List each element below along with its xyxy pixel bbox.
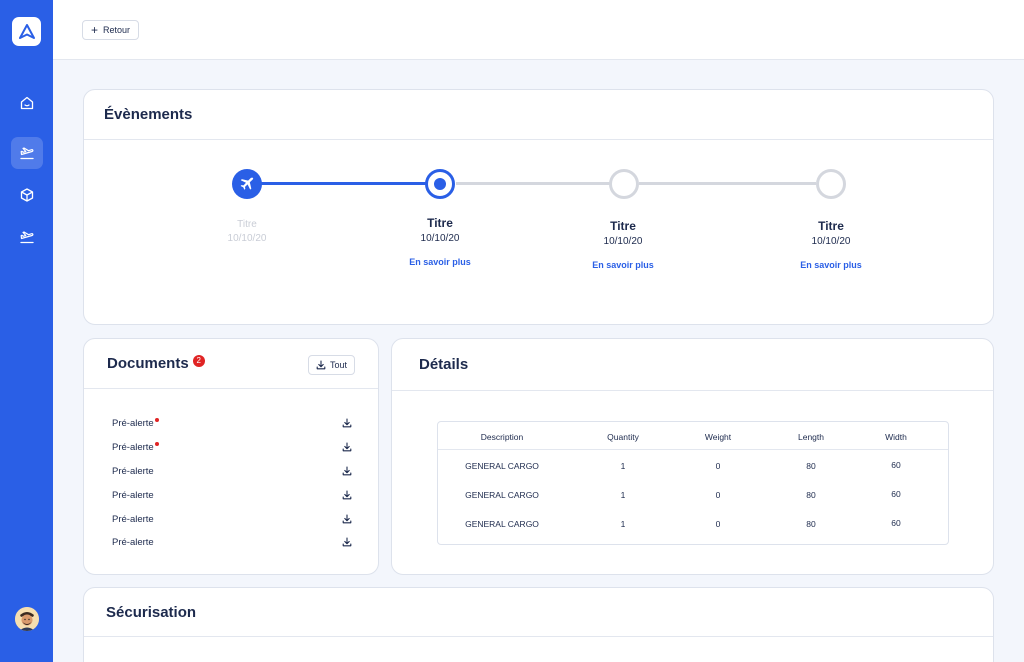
timeline-node-pending[interactable] [609,169,639,199]
securisation-title: Sécurisation [106,603,197,621]
document-name: Pré-alerte [112,441,154,453]
learn-more-link[interactable]: En savoir plus [771,260,891,270]
document-name: Pré-alerte [112,417,154,429]
timeline-line-pending [456,182,624,185]
document-label: Pré-alerte [112,417,159,429]
learn-more-link[interactable]: En savoir plus [380,257,500,267]
sidebar-item-packages[interactable] [11,179,43,211]
table-cell: 1 [620,461,626,471]
securisation-card-header: Sécurisation [84,588,993,637]
step-date: 10/10/20 [420,233,460,244]
current-step-dot [434,178,446,190]
sidebar-item-flights[interactable] [11,221,43,253]
download-icon[interactable] [342,514,352,524]
documents-count-badge: 2 [192,354,205,367]
table-cell: GENERAL CARGO [465,490,539,500]
documents-card: Documents 2 Tout Pré-alerte Pré-alerte P… [83,338,379,575]
download-all-button[interactable]: Tout [307,355,355,375]
download-icon[interactable] [342,537,352,547]
download-icon[interactable] [342,442,352,452]
step-date: 10/10/20 [227,233,267,244]
user-avatar[interactable] [15,607,39,631]
document-row[interactable]: Pré-alerte [112,512,352,526]
table-cell: 1 [620,519,626,529]
step-title: Titre [818,219,844,233]
details-card-header: Détails [392,339,993,391]
step-title: Titre [610,219,636,233]
document-label: Pré-alerte [112,513,154,525]
timeline-step: Titre 10/10/20 En savoir plus [771,219,891,270]
timeline-line-pending [639,182,816,185]
table-cell: GENERAL CARGO [465,461,539,471]
events-card: Évènements Titre 10/10/20 Titre 10/10/20… [83,89,994,325]
document-row[interactable]: Pré-alerte [112,464,352,478]
timeline-node-current[interactable] [425,169,455,199]
unread-dot [154,441,159,446]
step-title: Titre [427,216,453,230]
table-cell: 60 [891,460,901,470]
timeline-step: Titre 10/10/20 En savoir plus [380,216,500,267]
timeline-node-done[interactable] [232,169,262,199]
unread-dot [154,417,159,422]
plus-icon: + [91,23,99,37]
learn-more-link[interactable]: En savoir plus [563,260,683,270]
documents-title: Documents [107,355,189,372]
timeline-step: Titre 10/10/20 En savoir plus [563,219,683,270]
step-date: 10/10/20 [811,236,851,247]
download-all-label: Tout [329,360,347,370]
documents-card-header: Documents 2 Tout [84,339,378,389]
table-header-row: Description Quantity Weight Length Width [438,422,948,450]
box-icon [20,188,34,202]
document-row[interactable]: Pré-alerte [112,535,352,549]
flight-departure-icon [20,231,34,244]
step-date: 10/10/20 [603,236,643,247]
sidebar-item-shipments[interactable] [11,137,43,169]
table-cell: 60 [891,489,901,499]
table-cell: 60 [891,518,901,528]
document-label: Pré-alerte [112,489,154,501]
back-button-label: Retour [103,25,131,35]
download-icon[interactable] [342,490,352,500]
timeline-line-completed [247,182,441,185]
securisation-card: Sécurisation [83,587,994,662]
sidebar-item-home[interactable] [11,87,43,119]
sidebar [0,0,53,662]
home-icon [20,96,34,110]
logo-icon [18,23,35,39]
column-header: Quantity [607,432,639,442]
details-card: Détails Description Quantity Weight Leng… [391,338,994,575]
column-header: Weight [704,432,732,442]
flight-departure-icon [20,147,34,160]
document-label: Pré-alerte [112,465,154,477]
document-row[interactable]: Pré-alerte [112,488,352,502]
top-bar: + Retour [53,0,1024,60]
document-row[interactable]: Pré-alerte [112,416,352,430]
download-icon [316,360,326,370]
table-cell: 1 [620,490,626,500]
details-table: Description Quantity Weight Length Width… [437,421,949,545]
back-button[interactable]: + Retour [82,20,140,40]
document-row[interactable]: Pré-alerte [112,440,352,454]
table-cell: 0 [715,490,721,500]
download-icon[interactable] [342,418,352,428]
timeline-step: Titre 10/10/20 [187,219,307,244]
table-cell: 0 [715,461,721,471]
app-logo[interactable] [12,17,41,46]
events-card-header: Évènements [84,90,993,140]
details-title: Détails [419,356,469,373]
events-title: Évènements [104,106,193,123]
column-header: Description [480,432,524,442]
table-cell: 0 [715,519,721,529]
download-icon[interactable] [342,466,352,476]
step-title: Titre [237,219,257,230]
table-cell: GENERAL CARGO [465,519,539,529]
avatar-image [15,607,39,631]
document-label: Pré-alerte [112,536,154,548]
timeline-node-pending[interactable] [816,169,846,199]
column-header: Width [885,432,907,442]
airplane-icon [240,177,254,190]
document-label: Pré-alerte [112,441,159,453]
